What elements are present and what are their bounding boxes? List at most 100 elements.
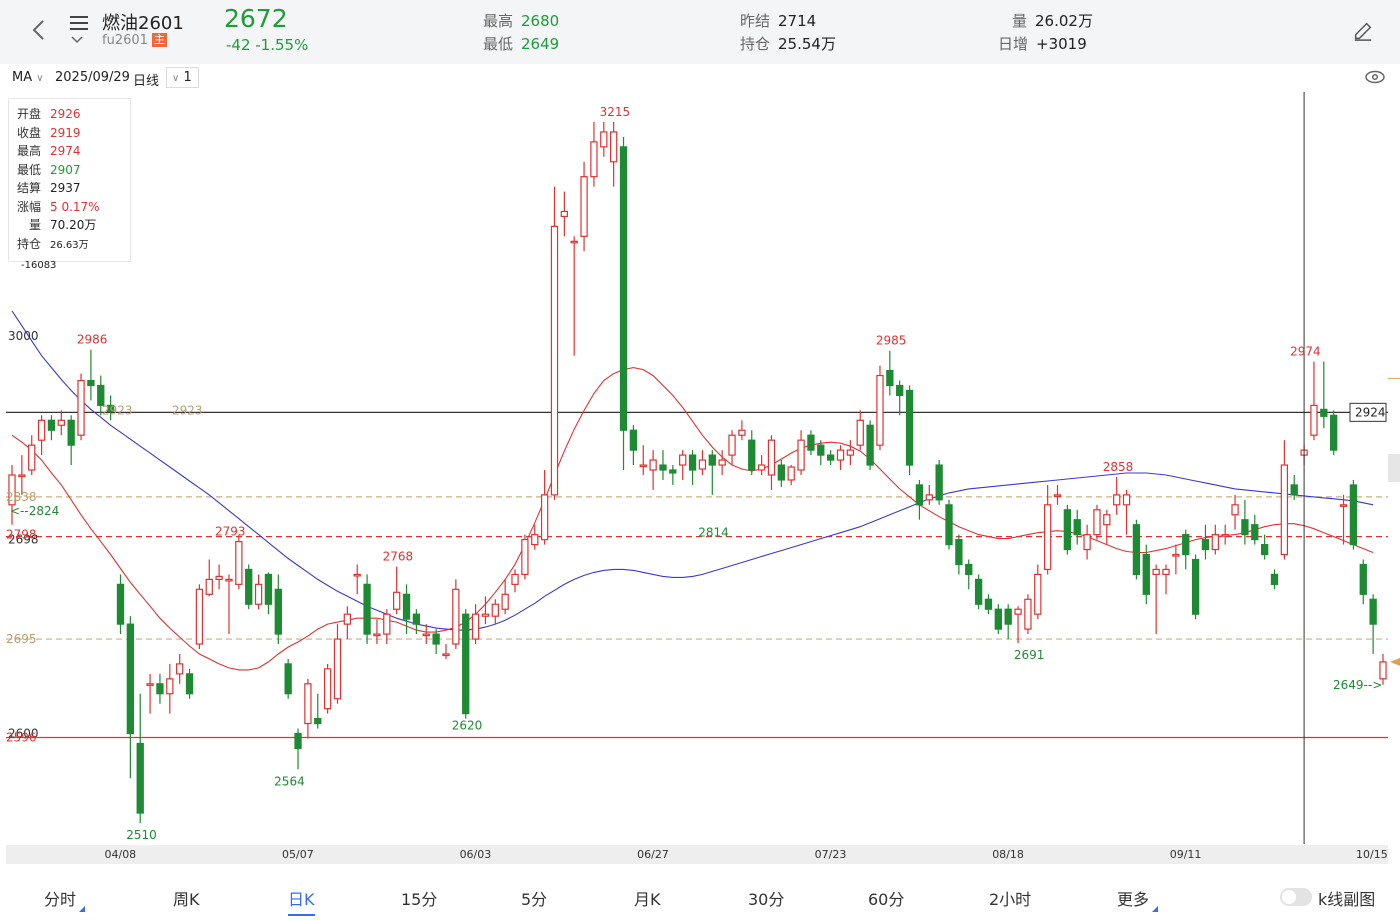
candle-up [590, 141, 598, 178]
candle-down [777, 464, 785, 481]
count-select[interactable]: ∨ 1 [166, 67, 199, 88]
settle-label: 昨结 [740, 12, 771, 30]
tab-15min[interactable]: 15分 [401, 886, 437, 910]
candle-down [688, 454, 697, 471]
candle-down [886, 369, 894, 387]
volume-stat: 量 26.02万 [1012, 10, 1093, 31]
candle-up [1379, 661, 1387, 680]
y-axis-label: 3000 [8, 329, 39, 343]
tab-60min-label: 60分 [868, 890, 905, 909]
last-price-pointer-icon [1390, 657, 1400, 666]
info-oi-change: -16083 [21, 260, 57, 271]
candle-down [185, 673, 194, 695]
candle-down [965, 563, 973, 576]
candle-down [619, 146, 628, 431]
kline-chart[interactable]: 29243000269826002923 29232838279826952596… [0, 92, 1400, 864]
info-close-value: 2919 [50, 125, 81, 140]
edit-icon[interactable] [1352, 20, 1374, 42]
candle-down [1330, 414, 1338, 451]
tab-30min[interactable]: 30分 [748, 886, 784, 910]
info-oi-value: 26.63万 [50, 239, 89, 251]
candle-up [876, 374, 884, 446]
candle-up [383, 613, 391, 635]
tab-more-label: 更多 [1117, 890, 1150, 909]
indicator-label: MA [12, 70, 33, 85]
main-contract-badge: 主 [151, 33, 167, 47]
candle-down [915, 484, 924, 506]
candle-down [1349, 484, 1358, 546]
candle-up [679, 454, 687, 466]
tab-60min[interactable]: 60分 [868, 886, 904, 910]
oi-value: 25.54万 [778, 35, 836, 53]
candle-down [905, 389, 914, 466]
tab-5min-label: 5分 [521, 890, 548, 909]
candle-up [856, 419, 864, 446]
candle-down [126, 623, 135, 735]
subchart-toggle[interactable] [1280, 888, 1312, 906]
tab-daily[interactable]: 日K [288, 886, 315, 916]
candle-down [984, 598, 993, 610]
candle-down [1142, 553, 1150, 595]
candle-down [294, 732, 302, 750]
candle-up [77, 379, 85, 436]
contract-code-text: fu2601 [102, 33, 148, 48]
back-icon[interactable] [28, 18, 52, 42]
candle-down [994, 608, 1002, 630]
candle-up [254, 583, 263, 605]
candle-down [116, 583, 125, 625]
x-axis-label: 05/07 [282, 848, 314, 861]
info-settle-label: 结算 [17, 181, 42, 195]
candle-down [1251, 524, 1259, 541]
volume-value: 26.02万 [1035, 12, 1093, 30]
candle-up [1172, 553, 1180, 557]
extreme-price-label: 2986 [77, 333, 108, 347]
candle-down [412, 613, 421, 625]
tab-15min-label: 15分 [401, 890, 438, 909]
eye-icon[interactable] [1364, 68, 1386, 86]
extreme-price-label: 2985 [876, 334, 907, 348]
tab-more[interactable]: 更多 [1117, 886, 1159, 912]
level-label: 2695 [6, 632, 37, 646]
candle-down [1290, 484, 1298, 496]
candle-up [1231, 504, 1239, 516]
settle-value: 2714 [778, 12, 817, 30]
info-open-value: 2926 [50, 107, 81, 121]
candle-up [18, 474, 26, 478]
candle-up [718, 459, 726, 466]
tab-weekly[interactable]: 周K [173, 886, 200, 910]
x-axis-label: 09/11 [1170, 848, 1202, 861]
indicator-select[interactable]: MA ∨ [12, 70, 44, 85]
tab-weekly-label: 周K [173, 890, 200, 909]
count-value: 1 [183, 70, 192, 85]
candle-up [610, 131, 618, 163]
candle-down [1182, 534, 1190, 556]
level-label: 2596 [6, 730, 37, 744]
extreme-price-label: 2564 [274, 774, 305, 788]
low-label: 最低 [483, 35, 514, 53]
level-label: 2798 [6, 528, 37, 542]
contract-title[interactable]: 燃油2601 [102, 9, 184, 35]
extreme-price-label: 2768 [383, 549, 414, 563]
tab-monthly[interactable]: 月K [634, 886, 661, 910]
tab-2hour[interactable]: 2小时 [989, 886, 1031, 910]
candle-down [817, 444, 825, 456]
candle-up [471, 613, 480, 640]
candle-up [1280, 464, 1289, 556]
menu-icon[interactable] [70, 12, 92, 52]
candle-up [639, 464, 647, 468]
info-low-label: 最低 [17, 162, 42, 177]
candle-down [748, 439, 756, 471]
tab-timeshare[interactable]: 分时 [44, 886, 86, 912]
info-high-value: 2974 [50, 144, 81, 158]
info-vol-label: 量 [28, 218, 41, 232]
ma-line-red [11, 367, 1374, 671]
settle-stat: 昨结 2714 [740, 10, 816, 31]
candle-up [836, 449, 845, 461]
candle-up [649, 459, 657, 471]
candle-down [935, 464, 943, 501]
candle-up [540, 494, 549, 541]
tab-5min[interactable]: 5分 [521, 886, 547, 910]
candle-up [1014, 608, 1022, 615]
candle-down [363, 583, 371, 635]
info-oi-label: 持仓 [17, 236, 42, 251]
